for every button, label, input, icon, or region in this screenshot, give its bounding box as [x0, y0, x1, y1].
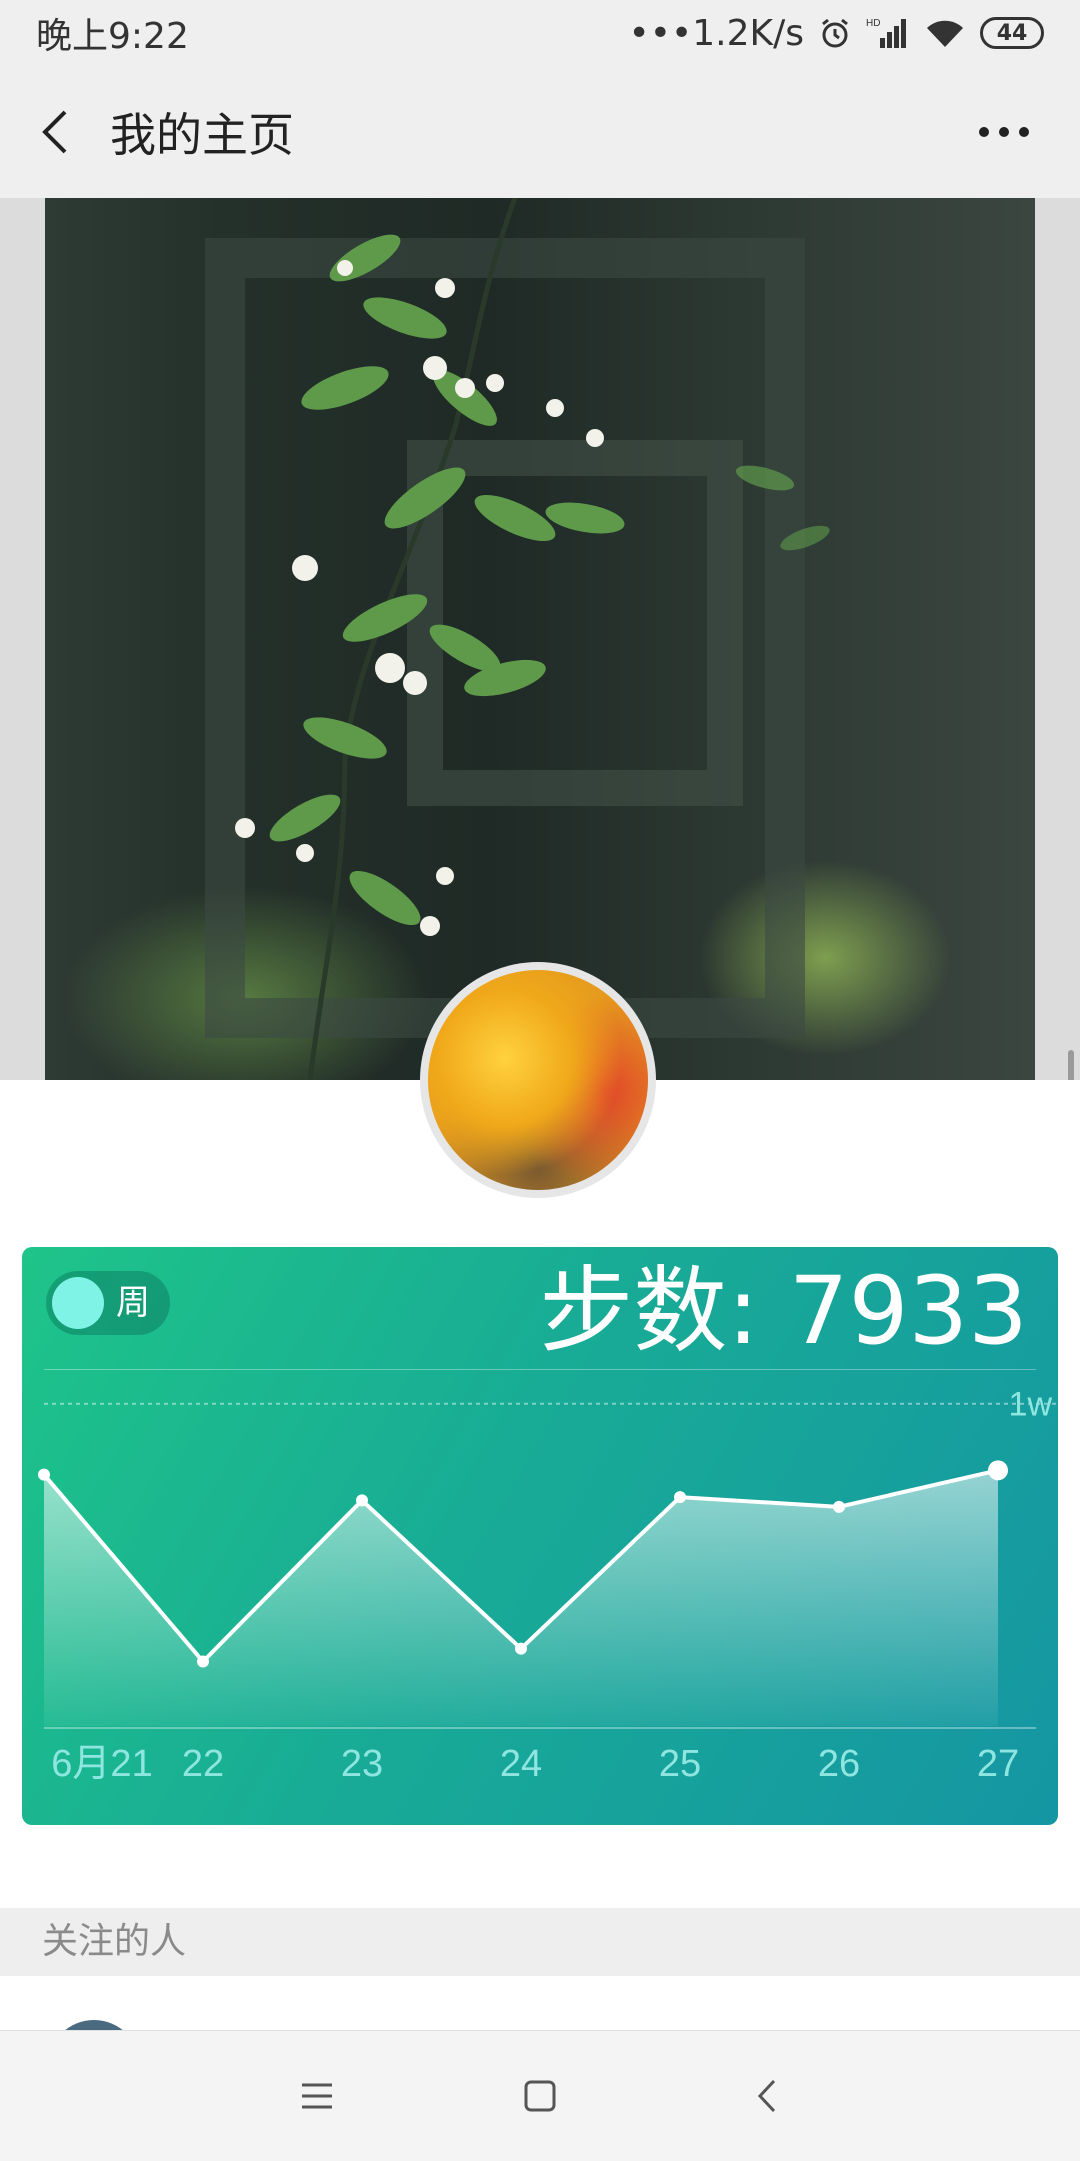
data-point-25: [674, 1491, 686, 1504]
wifi-icon: [927, 20, 963, 47]
weekly-steps-chart: 1w 6月21 22 23 24 25 26 27: [38, 1386, 1058, 1785]
x-tick-label: 22: [182, 1743, 224, 1785]
data-point-26: [833, 1500, 845, 1513]
back-arrow-icon: [42, 110, 67, 154]
network-speed: •••1.2K/s: [628, 12, 804, 54]
steps-area: [44, 1470, 998, 1726]
reference-line-label: 1w: [1009, 1386, 1053, 1424]
status-time: 晚上9:22: [36, 16, 189, 57]
svg-text:HD: HD: [866, 18, 880, 29]
data-point-22: [197, 1655, 209, 1668]
data-point-6月21: [38, 1468, 50, 1481]
x-tick-label: 6月21: [51, 1743, 152, 1785]
x-tick-label: 26: [818, 1743, 860, 1785]
back-button[interactable]: [0, 66, 110, 198]
x-tick-label: 27: [977, 1743, 1019, 1785]
signal-icon: HD: [866, 18, 906, 48]
more-dots-icon: [979, 127, 1029, 137]
following-section-header: 关注的人: [0, 1908, 1080, 1976]
flower-branch-illustration: [205, 198, 830, 1080]
back-chevron-icon: [757, 2079, 776, 2113]
menu-icon: [302, 2083, 332, 2109]
cover-photo: [45, 198, 1035, 1080]
x-tick-label: 24: [500, 1743, 542, 1785]
profile-avatar[interactable]: [420, 962, 656, 1198]
data-point-23: [356, 1494, 368, 1507]
x-tick-label: 25: [659, 1743, 701, 1785]
status-bar: 晚上9:22 •••1.2K/s HD 44: [0, 0, 1080, 66]
more-button[interactable]: [964, 66, 1044, 198]
system-nav-bar: [0, 2030, 1080, 2161]
step-stats-card: 周 步数: 7933 1w 6月21 22 23 24 25 26 27: [22, 1247, 1058, 1825]
battery-indicator: 44: [980, 17, 1044, 49]
page-title: 我的主页: [110, 108, 294, 162]
avatar-image: [428, 970, 648, 1190]
nav-menu-button[interactable]: [277, 2056, 357, 2136]
status-icons: •••1.2K/s HD 44: [629, 13, 1044, 54]
alarm-icon: [822, 18, 848, 48]
data-point-24: [515, 1642, 527, 1655]
x-tick-label: 23: [341, 1743, 383, 1785]
home-square-icon: [524, 2080, 556, 2112]
scroll-indicator[interactable]: [1068, 1050, 1074, 1080]
nav-back-button[interactable]: [727, 2056, 807, 2136]
nav-home-button[interactable]: [500, 2056, 580, 2136]
cover-photo-area[interactable]: [0, 198, 1080, 1080]
data-point-27: [988, 1460, 1008, 1481]
title-bar: 我的主页: [0, 66, 1080, 198]
